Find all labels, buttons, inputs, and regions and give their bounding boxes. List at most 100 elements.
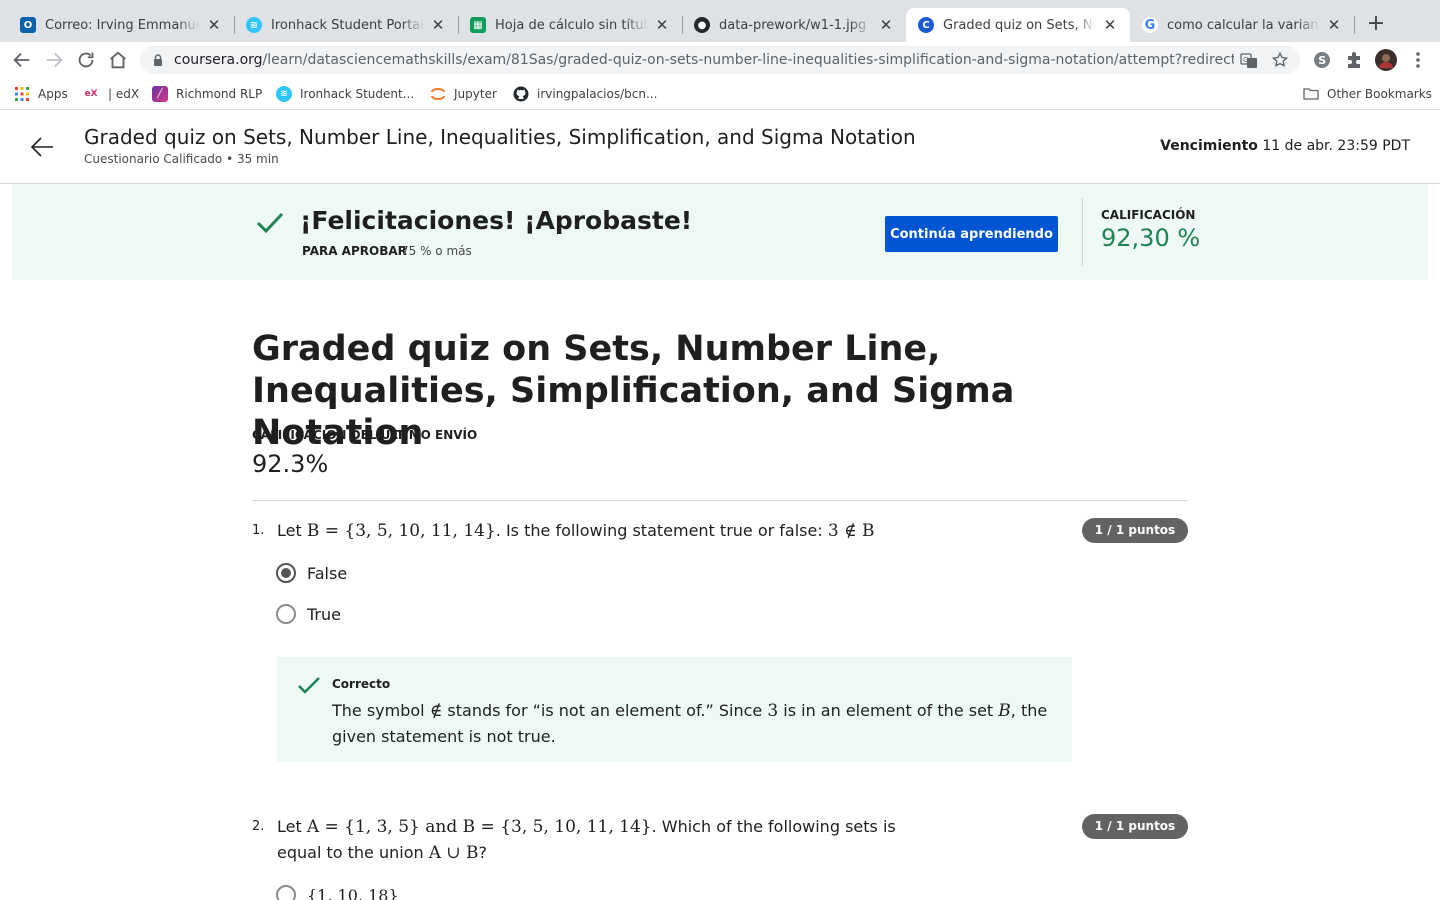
option-label: False <box>307 563 348 583</box>
bookmark-label: Ironhack Student... <box>300 87 415 101</box>
question-text-part: Let <box>277 817 307 836</box>
radio-button[interactable] <box>276 885 296 900</box>
outlook-icon: O <box>20 17 36 33</box>
apps-grid-icon <box>15 87 29 101</box>
home-icon[interactable] <box>107 49 129 71</box>
browser-tab-coursera-active[interactable]: C Graded quiz on Sets, Number Line ✕ <box>906 8 1130 42</box>
github-icon <box>513 86 529 102</box>
feedback-box: Correcto The symbol ∉ stands for “is not… <box>277 657 1072 762</box>
bookmark-label: Richmond RLP <box>176 87 263 101</box>
bookmark-label: Jupyter <box>454 87 497 101</box>
bookmark-ironhack[interactable]: ≋ Ironhack Student... <box>276 84 414 104</box>
quiz-header: Graded quiz on Sets, Number Line, Inequa… <box>0 111 1440 184</box>
answer-option-true[interactable]: True <box>276 603 341 625</box>
tab-title: Hoja de cálculo sin título - Hojas <box>495 17 648 33</box>
close-icon[interactable]: ✕ <box>654 16 670 34</box>
browser-tab-ironhack[interactable]: ≋ Ironhack Student Portal ✕ <box>234 8 458 42</box>
back-icon[interactable] <box>11 49 33 71</box>
last-submission-grade: 92.3% <box>252 450 329 478</box>
tab-title: Graded quiz on Sets, Number Line <box>943 17 1096 33</box>
due-date: Vencimiento 11 de abr. 23:59 PDT <box>1160 138 1410 154</box>
header-subtitle: Cuestionario Calificado • 35 min <box>84 152 279 166</box>
feedback-explanation: The symbol ∉ stands for “is not an eleme… <box>332 698 1052 749</box>
forward-icon[interactable] <box>43 49 65 71</box>
tab-title: Ironhack Student Portal <box>271 17 424 33</box>
lock-icon <box>154 54 162 66</box>
option-label: True <box>307 604 341 624</box>
bookmark-label: Apps <box>38 87 68 101</box>
close-icon[interactable]: ✕ <box>1102 16 1118 34</box>
option-label: {1, 10, 18} <box>307 885 399 900</box>
section-divider <box>252 500 1188 501</box>
bookmark-other-folder[interactable]: Other Bookmarks <box>1303 84 1432 104</box>
extensions-puzzle-icon[interactable] <box>1344 50 1364 70</box>
math-expression: B = {3, 5, 10, 11, 14} <box>306 521 496 541</box>
translate-icon[interactable]: G <box>1240 52 1258 70</box>
passing-value: 75 % o más <box>401 244 472 258</box>
github-icon: ● <box>694 17 710 33</box>
radio-button-checked[interactable] <box>276 563 296 583</box>
url-text: coursera.org/learn/datasciencemathskills… <box>174 46 1234 74</box>
tab-title: como calcular la varianza - Buscar <box>1167 17 1320 33</box>
bookmark-jupyter[interactable]: Jupyter <box>430 84 497 104</box>
close-icon[interactable]: ✕ <box>430 16 446 34</box>
browser-tab-google[interactable]: G como calcular la varianza - Buscar ✕ <box>1130 8 1354 42</box>
sheets-icon: ▦ <box>470 17 486 33</box>
bookmark-label: irvingpalacios/bcn... <box>537 87 658 101</box>
bookmarks-bar: Apps eX | edX ╱ Richmond RLP ≋ Ironhack … <box>0 78 1440 110</box>
math-expression: A ∪ B <box>428 843 479 863</box>
question-text: Let A = {1, 3, 5} and B = {3, 5, 10, 11,… <box>277 814 907 866</box>
ironhack-icon: ≋ <box>276 86 292 102</box>
bookmark-github[interactable]: irvingpalacios/bcn... <box>513 84 657 104</box>
question-number: 1. <box>252 523 265 538</box>
new-tab-button[interactable]: + <box>1366 12 1386 36</box>
bookmark-richmond[interactable]: ╱ Richmond RLP <box>152 84 262 104</box>
address-bar[interactable]: coursera.org/learn/datasciencemathskills… <box>140 46 1300 74</box>
question-text-part: . Is the following statement true or fal… <box>495 521 828 540</box>
bookmark-edx[interactable]: eX | edX <box>82 84 139 104</box>
ironhack-icon: ≋ <box>246 17 262 33</box>
math-expression: A = {1, 3, 5} <box>306 817 420 837</box>
due-label: Vencimiento <box>1160 138 1258 154</box>
skype-extension-icon[interactable]: S <box>1312 50 1332 70</box>
feedback-text-part: stands for “is not an element of.” Since <box>442 701 768 720</box>
pass-banner: ¡Felicitaciones! ¡Aprobaste! PARA APROBA… <box>12 184 1428 280</box>
jupyter-icon <box>431 88 445 100</box>
answer-option-1[interactable]: {1, 10, 18} <box>276 884 399 900</box>
bookmark-label: Other Bookmarks <box>1327 87 1432 101</box>
header-title: Graded quiz on Sets, Number Line, Inequa… <box>84 125 916 149</box>
browser-tab-strip: O Correo: Irving Emmanuel palacios ✕ ≋ I… <box>0 0 1440 42</box>
feedback-text-part: is in an element of the set <box>778 701 999 720</box>
continue-learning-button[interactable]: Continúa aprendiendo <box>885 216 1058 252</box>
browser-tab-sheets[interactable]: ▦ Hoja de cálculo sin título - Hojas ✕ <box>458 8 682 42</box>
passing-label: PARA APROBAR <box>302 244 407 258</box>
close-icon[interactable]: ✕ <box>1326 16 1342 34</box>
congrats-message: ¡Felicitaciones! ¡Aprobaste! <box>300 206 693 235</box>
profile-avatar-icon[interactable] <box>1375 49 1397 71</box>
reload-icon[interactable] <box>75 49 97 71</box>
correct-check-icon <box>298 677 320 694</box>
chrome-menu-icon[interactable] <box>1408 50 1428 70</box>
radio-button[interactable] <box>276 604 296 624</box>
bookmark-apps[interactable]: Apps <box>14 84 68 104</box>
star-icon[interactable] <box>1271 51 1289 69</box>
edx-icon: eX <box>84 89 98 99</box>
question-number: 2. <box>252 819 265 834</box>
question-text: Let B = {3, 5, 10, 11, 14}. Is the follo… <box>277 518 875 544</box>
feedback-title: Correcto <box>332 677 391 691</box>
tab-title: data-prework/w1-1.jpg at master <box>719 17 872 33</box>
browser-tab-outlook[interactable]: O Correo: Irving Emmanuel palacios ✕ <box>8 8 234 42</box>
banner-divider <box>1082 198 1083 266</box>
feedback-text-part: The symbol <box>332 701 430 720</box>
close-icon[interactable]: ✕ <box>878 16 894 34</box>
tab-divider <box>1354 16 1355 34</box>
back-arrow-icon[interactable] <box>28 133 56 161</box>
close-icon[interactable]: ✕ <box>206 16 222 34</box>
svg-text:G: G <box>1243 56 1248 64</box>
question-text-part: Let <box>277 521 307 540</box>
browser-tab-github[interactable]: ● data-prework/w1-1.jpg at master ✕ <box>682 8 906 42</box>
coursera-icon: C <box>918 17 934 33</box>
points-badge: 1 / 1 puntos <box>1082 518 1188 543</box>
answer-option-false[interactable]: False <box>276 562 347 584</box>
math-expression: and <box>419 817 463 837</box>
